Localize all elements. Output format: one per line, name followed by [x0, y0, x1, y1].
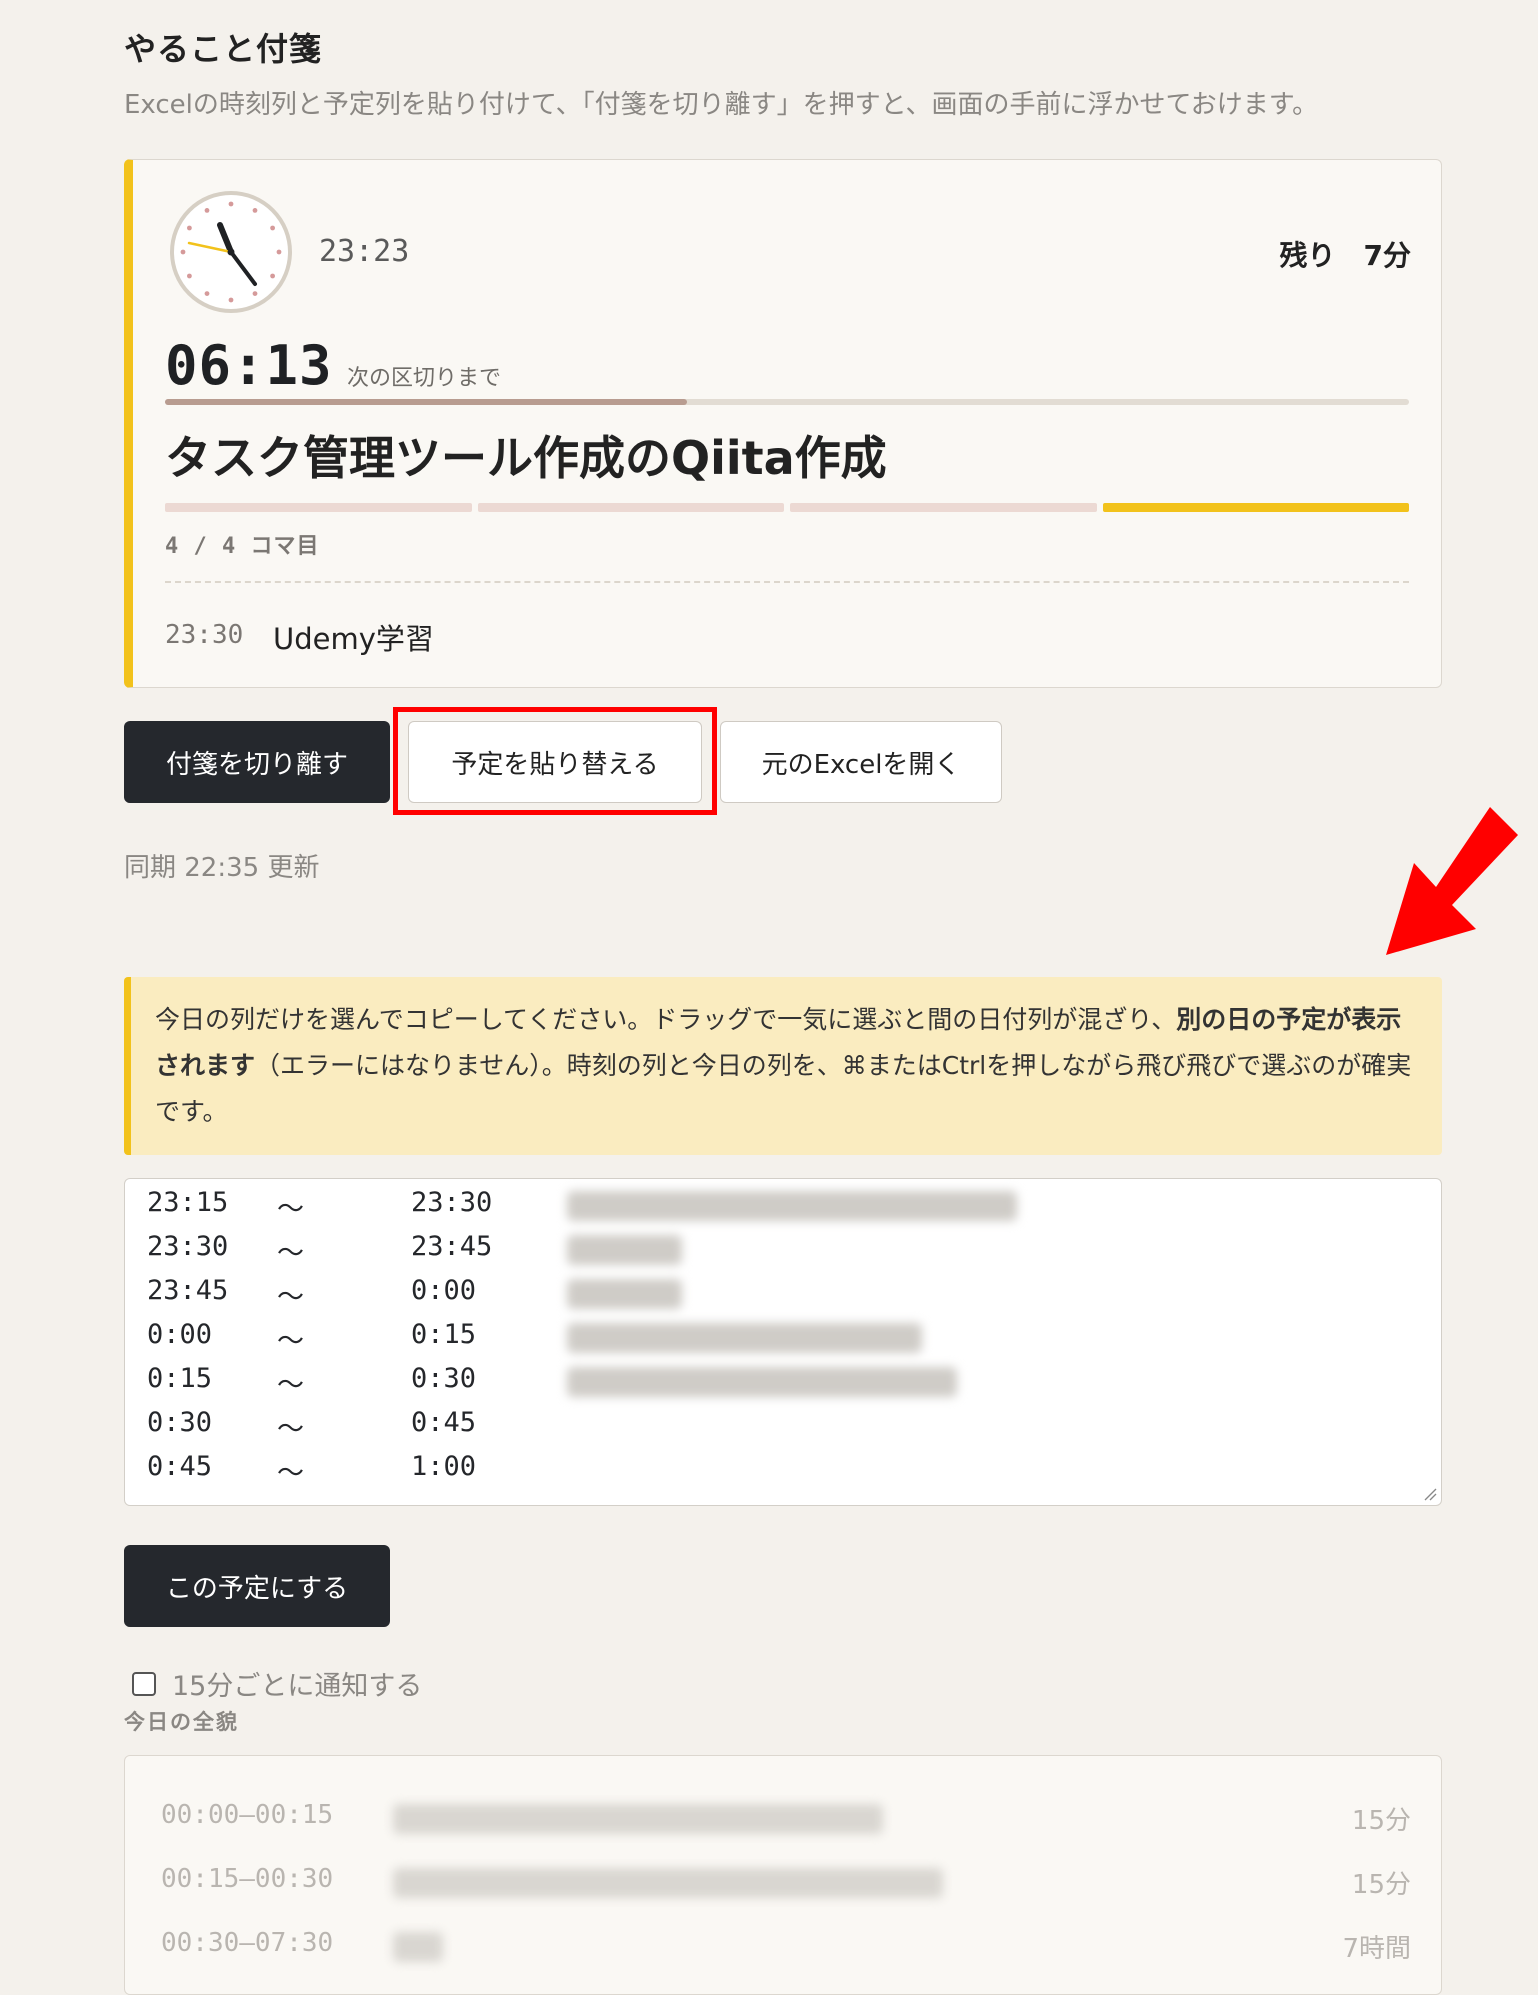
overview-duration: 15分	[1351, 1870, 1411, 1900]
page-title: やること付箋	[124, 30, 323, 68]
red-arrow-icon	[1386, 807, 1518, 955]
segment	[790, 503, 1097, 512]
current-task-title: タスク管理ツール作成のQiita作成	[165, 431, 887, 485]
overview-time: 00:00–00:15	[161, 1800, 334, 1830]
page-description: Excelの時刻列と予定列を貼り付けて、「付箋を切り離す」を押すと、画面の手前に…	[124, 90, 1319, 120]
end-time: 0:15	[411, 1319, 477, 1350]
notify-checkbox[interactable]	[132, 1671, 156, 1696]
apply-schedule-button[interactable]: この予定にする	[124, 1545, 390, 1627]
overview-row: 00:00–00:15 15分	[161, 1800, 1411, 1840]
segment-count: 4 / 4 コマ目	[165, 534, 320, 559]
redacted-task	[567, 1235, 682, 1265]
current-time: 23:23	[319, 234, 410, 269]
overview-row: 00:30–07:30 7時間	[161, 1928, 1411, 1968]
tilde-separator: 〜	[277, 1370, 304, 1401]
progress-bar	[165, 399, 1409, 405]
end-time: 23:30	[411, 1187, 493, 1218]
redacted-task	[567, 1191, 1017, 1221]
tilde-separator: 〜	[277, 1414, 304, 1445]
progress-fill	[165, 399, 688, 405]
next-task-time: 23:30	[165, 620, 244, 650]
sync-status: 同期 22:35 更新	[124, 853, 320, 883]
resize-handle-icon[interactable]	[1423, 1487, 1437, 1501]
overview-title: 今日の全貌	[124, 1710, 239, 1734]
countdown-timer: 06:13	[165, 334, 333, 397]
notice-text-1: 今日の列だけを選んでコピーしてください。ドラッグで一気に選ぶと間の日付列が混ざり…	[155, 1005, 1177, 1034]
segment-progress	[165, 503, 1409, 512]
divider	[165, 581, 1409, 583]
overview-duration: 7時間	[1342, 1934, 1411, 1964]
overview-row: 00:15–00:30 15分	[161, 1864, 1411, 1904]
start-time: 0:45	[147, 1451, 213, 1482]
notify-label: 15分ごとに通知する	[172, 1671, 423, 1702]
redacted-task	[393, 1932, 443, 1962]
end-time: 23:45	[411, 1231, 493, 1262]
notify-option[interactable]: 15分ごとに通知する	[132, 1664, 422, 1703]
overview-time: 00:30–07:30	[161, 1928, 334, 1958]
end-time: 0:45	[411, 1407, 477, 1438]
end-time: 0:30	[411, 1363, 477, 1394]
redacted-task	[393, 1868, 943, 1898]
redacted-task	[567, 1279, 682, 1309]
tilde-separator: 〜	[277, 1458, 304, 1489]
sticky-note-card: 23:23 残り 7分 06:13 次の区切りまで タスク管理ツール作成のQii…	[124, 159, 1442, 688]
overview-duration: 15分	[1351, 1806, 1411, 1836]
start-time: 23:45	[147, 1275, 229, 1306]
notice-text-2: （エラーにはなりません）。時刻の列と今日の列を、⌘またはCtrlを押しながら飛び…	[155, 1051, 1412, 1126]
countdown-label: 次の区切りまで	[347, 366, 502, 391]
start-time: 23:30	[147, 1231, 229, 1262]
segment	[165, 503, 472, 512]
start-time: 23:15	[147, 1187, 229, 1218]
clock-icon	[170, 191, 292, 313]
start-time: 0:00	[147, 1319, 213, 1350]
start-time: 0:30	[147, 1407, 213, 1438]
tilde-separator: 〜	[277, 1326, 304, 1357]
redacted-task	[567, 1367, 957, 1397]
start-time: 0:15	[147, 1363, 213, 1394]
end-time: 1:00	[411, 1451, 477, 1482]
overview-time: 00:15–00:30	[161, 1864, 334, 1894]
next-task-name: Udemy学習	[273, 622, 434, 656]
end-time: 0:00	[411, 1275, 477, 1306]
segment	[1102, 503, 1409, 512]
segment	[477, 503, 784, 512]
tilde-separator: 〜	[277, 1194, 304, 1225]
warning-notice: 今日の列だけを選んでコピーしてください。ドラッグで一気に選ぶと間の日付列が混ざり…	[124, 977, 1442, 1155]
redacted-task	[393, 1804, 883, 1834]
detach-note-button[interactable]: 付箋を切り離す	[124, 721, 390, 803]
tilde-separator: 〜	[277, 1238, 304, 1269]
remaining-time: 残り 7分	[1279, 239, 1411, 272]
open-excel-button[interactable]: 元のExcelを開く	[720, 721, 1002, 803]
highlight-box	[393, 707, 717, 815]
day-overview: 00:00–00:15 15分 00:15–00:30 15分 00:30–07:30 7…	[124, 1755, 1442, 1995]
schedule-textarea[interactable]: 23:15 〜 23:30 23:30 〜 23:45 23:45 〜 0:00 0:00 〜 0:1…	[124, 1178, 1442, 1506]
tilde-separator: 〜	[277, 1282, 304, 1313]
redacted-task	[567, 1323, 922, 1353]
